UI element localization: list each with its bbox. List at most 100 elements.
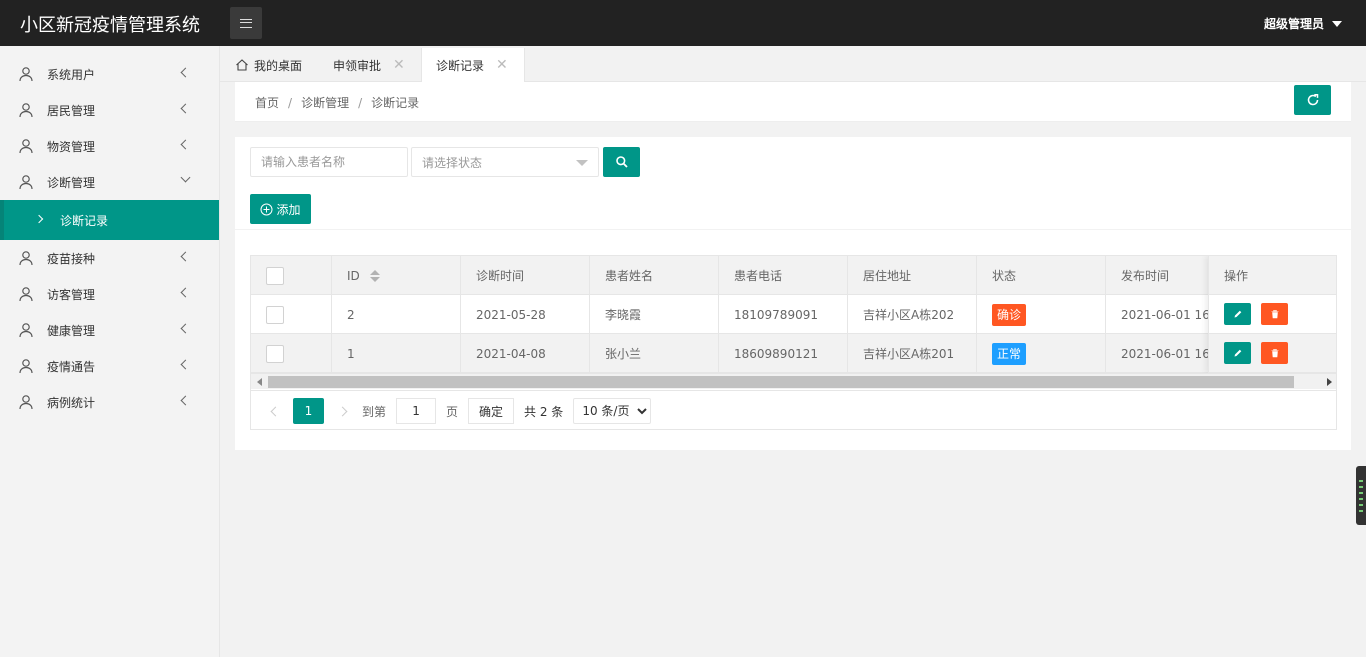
add-button-label: 添加 [276, 202, 301, 217]
sidebar-item-label: 诊断管理 [47, 175, 96, 190]
sidebar-subitem-label: 诊断记录 [60, 213, 109, 228]
user-menu[interactable]: 超级管理员 [1264, 15, 1342, 32]
status-select-placeholder: 请选择状态 [422, 155, 483, 170]
scrollbar-thumb[interactable] [268, 376, 1294, 388]
sort-icon[interactable] [369, 269, 380, 282]
goto-page-input[interactable] [396, 398, 437, 424]
edit-button[interactable] [1224, 342, 1251, 364]
user-icon [19, 67, 33, 82]
row-checkbox[interactable] [266, 305, 284, 324]
header-patient-phone: 患者电话 [719, 256, 848, 295]
header-status: 状态 [977, 256, 1106, 295]
tab-claim-approval[interactable]: 申领审批 ✕ [333, 48, 405, 82]
header-id[interactable]: ID [332, 256, 461, 295]
status-badge: 确诊 [992, 303, 1027, 326]
chevron-right-icon [34, 214, 44, 224]
header-patient-name: 患者姓名 [590, 256, 719, 295]
app-title: 小区新冠疫情管理系统 [20, 15, 200, 36]
menu-toggle-button[interactable] [230, 7, 262, 39]
main-card: 请选择状态 添加 ID 诊断时间 患者姓名 患者电话 居住地址 状态 发布时间 … [235, 137, 1351, 450]
chevron-left-icon [180, 139, 191, 150]
cell-patient-name: 张小兰 [590, 334, 719, 373]
floating-side-widget[interactable] [1356, 466, 1366, 525]
sidebar-item-label: 居民管理 [47, 103, 96, 118]
pencil-icon [1234, 349, 1241, 357]
close-icon[interactable]: ✕ [496, 57, 508, 73]
header-diagnosis-time: 诊断时间 [461, 256, 590, 295]
table-row: 1 2021-04-08 张小兰 18609890121 吉祥小区A栋201 正… [251, 334, 1336, 373]
select-all-checkbox[interactable] [266, 266, 284, 285]
goto-confirm-button[interactable]: 确定 [468, 398, 515, 424]
tab-my-desktop[interactable]: 我的桌面 [235, 48, 302, 82]
add-button[interactable]: 添加 [250, 194, 311, 224]
scroll-left-icon[interactable] [257, 378, 262, 386]
active-indicator [0, 200, 4, 240]
delete-button[interactable] [1261, 342, 1288, 364]
pagination: 1 到第 页 确定 共 2 条 10 条/页 [251, 390, 1336, 429]
prev-page-button[interactable] [261, 398, 289, 424]
sidebar-item-statistics[interactable]: 病例统计 [0, 384, 219, 420]
sidebar-item-label: 疫苗接种 [47, 251, 96, 266]
cell-address: 吉祥小区A栋201 [848, 334, 977, 373]
user-icon [19, 287, 33, 302]
scroll-right-icon[interactable] [1327, 378, 1332, 386]
cell-address: 吉祥小区A栋202 [848, 295, 977, 334]
page-size-select[interactable]: 10 条/页 [573, 398, 652, 424]
cell-id: 2 [332, 295, 461, 334]
sidebar-item-residents[interactable]: 居民管理 [0, 92, 219, 128]
column-label: ID [347, 268, 360, 283]
close-icon[interactable]: ✕ [393, 57, 405, 73]
page-unit-label: 页 [446, 404, 459, 419]
cell-patient-name: 李晓霞 [590, 295, 719, 334]
refresh-button[interactable] [1294, 85, 1331, 115]
patient-name-input[interactable] [250, 147, 408, 177]
delete-button[interactable] [1261, 303, 1288, 325]
cell-patient-phone: 18609890121 [719, 334, 848, 373]
sidebar-item-notices[interactable]: 疫情通告 [0, 348, 219, 384]
sidebar-item-health[interactable]: 健康管理 [0, 312, 219, 348]
status-badge: 正常 [992, 342, 1027, 365]
hamburger-icon [240, 18, 252, 28]
chevron-left-icon [180, 287, 191, 298]
user-icon [19, 251, 33, 266]
sidebar-item-label: 疫情通告 [47, 359, 96, 374]
tab-diagnosis-records[interactable]: 诊断记录 ✕ [421, 48, 525, 82]
sidebar-item-supplies[interactable]: 物资管理 [0, 128, 219, 164]
sidebar: 系统用户 居民管理 物资管理 诊断管理 诊断记录 疫苗接种 访客管理 健康管理 [0, 46, 220, 657]
page-number-current[interactable]: 1 [293, 398, 324, 424]
user-icon [19, 175, 33, 190]
cell-diagnosis-time: 2021-04-08 [461, 334, 590, 373]
sidebar-item-vaccination[interactable]: 疫苗接种 [0, 240, 219, 276]
column-label: 发布时间 [1121, 269, 1170, 283]
user-icon [19, 139, 33, 154]
sidebar-item-diagnosis[interactable]: 诊断管理 [0, 164, 219, 200]
dropdown-arrow-icon [576, 160, 588, 166]
cell-id: 1 [332, 334, 461, 373]
row-select-cell [251, 295, 332, 334]
chevron-left-icon [180, 67, 191, 78]
sidebar-item-system-users[interactable]: 系统用户 [0, 56, 219, 92]
sidebar-subitem-diagnosis-records[interactable]: 诊断记录 [0, 200, 219, 240]
breadcrumb-home[interactable]: 首页 [255, 96, 279, 110]
column-label: 患者电话 [734, 269, 783, 283]
operation-column: 操作 [1208, 256, 1336, 373]
status-select[interactable]: 请选择状态 [411, 147, 599, 177]
user-icon [19, 395, 33, 410]
chevron-left-icon [270, 406, 280, 416]
sidebar-item-visitors[interactable]: 访客管理 [0, 276, 219, 312]
horizontal-scrollbar[interactable] [251, 373, 1336, 389]
breadcrumb: 首页 / 诊断管理 / 诊断记录 [255, 94, 419, 111]
breadcrumb-section[interactable]: 诊断管理 [301, 96, 349, 110]
divider [235, 229, 1351, 230]
chevron-left-icon [180, 359, 191, 370]
breadcrumb-bar: 首页 / 诊断管理 / 诊断记录 [235, 82, 1351, 122]
edit-button[interactable] [1224, 303, 1251, 325]
sidebar-item-label: 系统用户 [47, 67, 96, 82]
row-checkbox[interactable] [266, 344, 284, 363]
sidebar-item-label: 健康管理 [47, 323, 96, 338]
operation-cell [1209, 334, 1336, 373]
header-operation: 操作 [1209, 256, 1336, 295]
search-button[interactable] [603, 147, 640, 177]
next-page-button[interactable] [328, 398, 356, 424]
caret-down-icon [1332, 20, 1342, 27]
